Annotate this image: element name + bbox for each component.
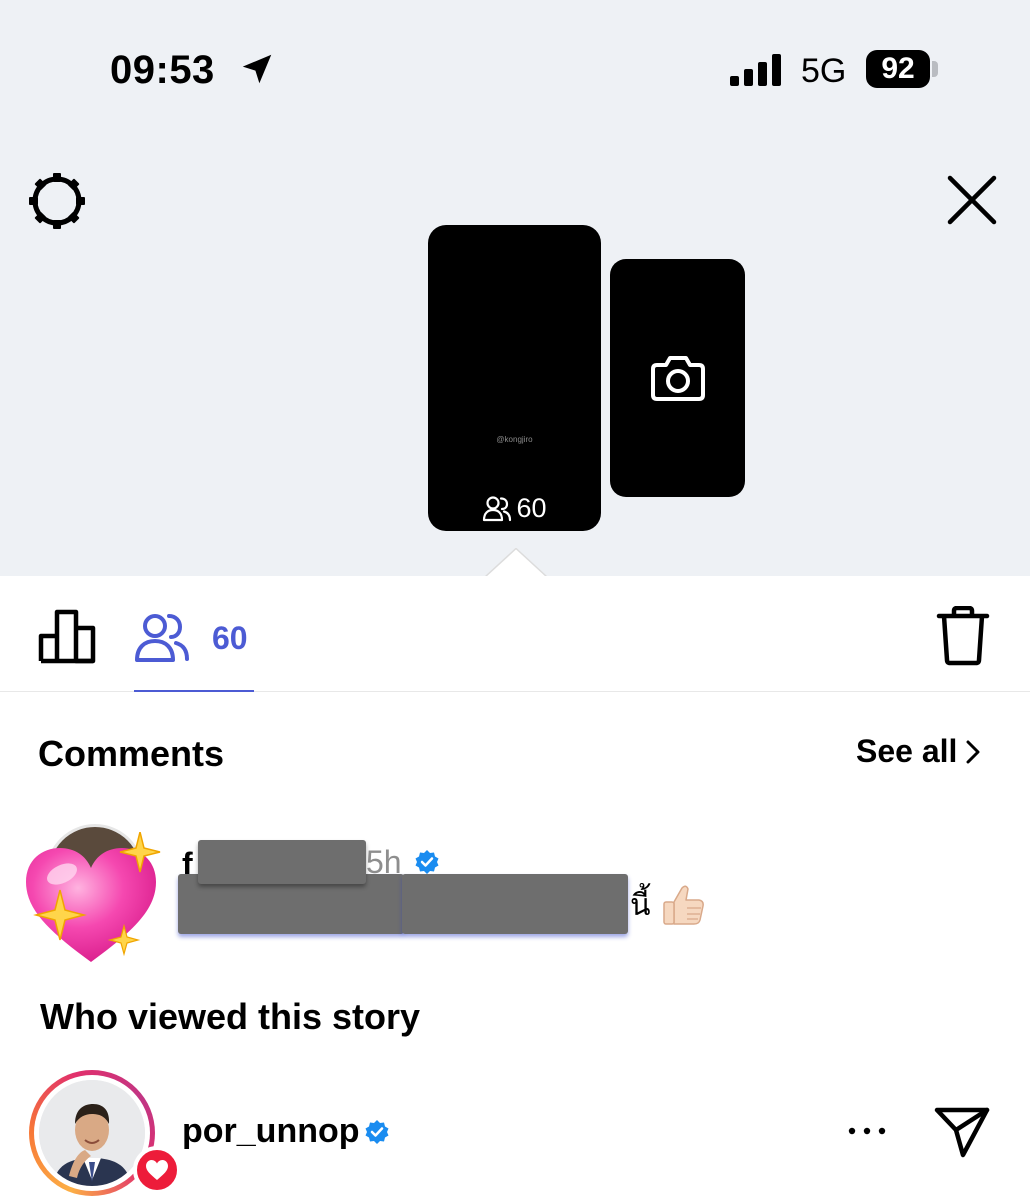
- camera-icon: [650, 356, 705, 401]
- comments-heading: Comments: [38, 733, 225, 774]
- story-viewers-screen: 09:53 5G 92 @kongjiro 60 60 Comments See…: [0, 0, 1030, 1200]
- comment-timestamp: 5h: [366, 844, 402, 880]
- redacted-block: [198, 840, 366, 884]
- comment-item[interactable]: f 5h นี้: [0, 820, 1030, 970]
- viewers-count: 60: [212, 620, 248, 656]
- battery-indicator: 92: [866, 50, 930, 88]
- redacted-block: [402, 874, 628, 934]
- viewer-list-item[interactable]: por_unnop: [0, 1068, 1030, 1200]
- verified-badge-icon: [365, 1120, 389, 1144]
- story-viewer-count: 60: [428, 493, 601, 524]
- person-photo: [39, 1080, 145, 1186]
- story-ring[interactable]: [29, 1070, 181, 1196]
- battery-cap: [932, 61, 938, 77]
- thumbs-up-icon: [663, 885, 704, 925]
- see-all-label: See all: [856, 733, 958, 769]
- chevron-right-icon: [966, 740, 980, 763]
- story-thumbnail[interactable]: @kongjiro 60: [428, 225, 601, 531]
- people-icon: [483, 495, 512, 521]
- network-type: 5G: [801, 52, 847, 90]
- story-preview-area: 09:53 5G 92 @kongjiro 60: [0, 0, 1030, 578]
- status-time: 09:53: [110, 48, 215, 92]
- active-tab-indicator: [134, 690, 254, 692]
- viewer-username[interactable]: por_unnop: [182, 1112, 360, 1151]
- gear-icon[interactable]: [26, 170, 88, 232]
- bar-chart-icon[interactable]: [38, 606, 96, 664]
- location-arrow-icon: [242, 54, 272, 84]
- more-options-icon[interactable]: [846, 1124, 888, 1138]
- viewers-heading: Who viewed this story: [40, 996, 421, 1037]
- story-tabs: 60: [0, 576, 1030, 692]
- people-icon: [135, 614, 189, 662]
- cellular-signal-icon: [730, 54, 781, 86]
- send-message-icon[interactable]: [934, 1106, 990, 1158]
- liked-badge: [133, 1146, 181, 1194]
- comment-text: นี้: [630, 889, 651, 922]
- selected-story-pointer: [485, 548, 547, 578]
- heart-icon: [146, 1160, 168, 1180]
- battery-level: 92: [881, 52, 915, 85]
- status-bar: 09:53 5G 92: [0, 0, 1030, 140]
- see-all-comments-link[interactable]: See all: [856, 733, 981, 770]
- trash-icon[interactable]: [936, 606, 990, 666]
- close-icon[interactable]: [944, 172, 1000, 228]
- sparkling-heart-icon: [26, 832, 161, 962]
- verified-badge-icon: [415, 850, 439, 874]
- story-viewer-count-text: 60: [516, 493, 547, 523]
- tab-viewers[interactable]: 60: [134, 606, 254, 692]
- add-story-thumbnail[interactable]: [610, 259, 745, 497]
- viewer-avatar: [39, 1080, 145, 1186]
- story-watermark: @kongjiro: [496, 435, 533, 444]
